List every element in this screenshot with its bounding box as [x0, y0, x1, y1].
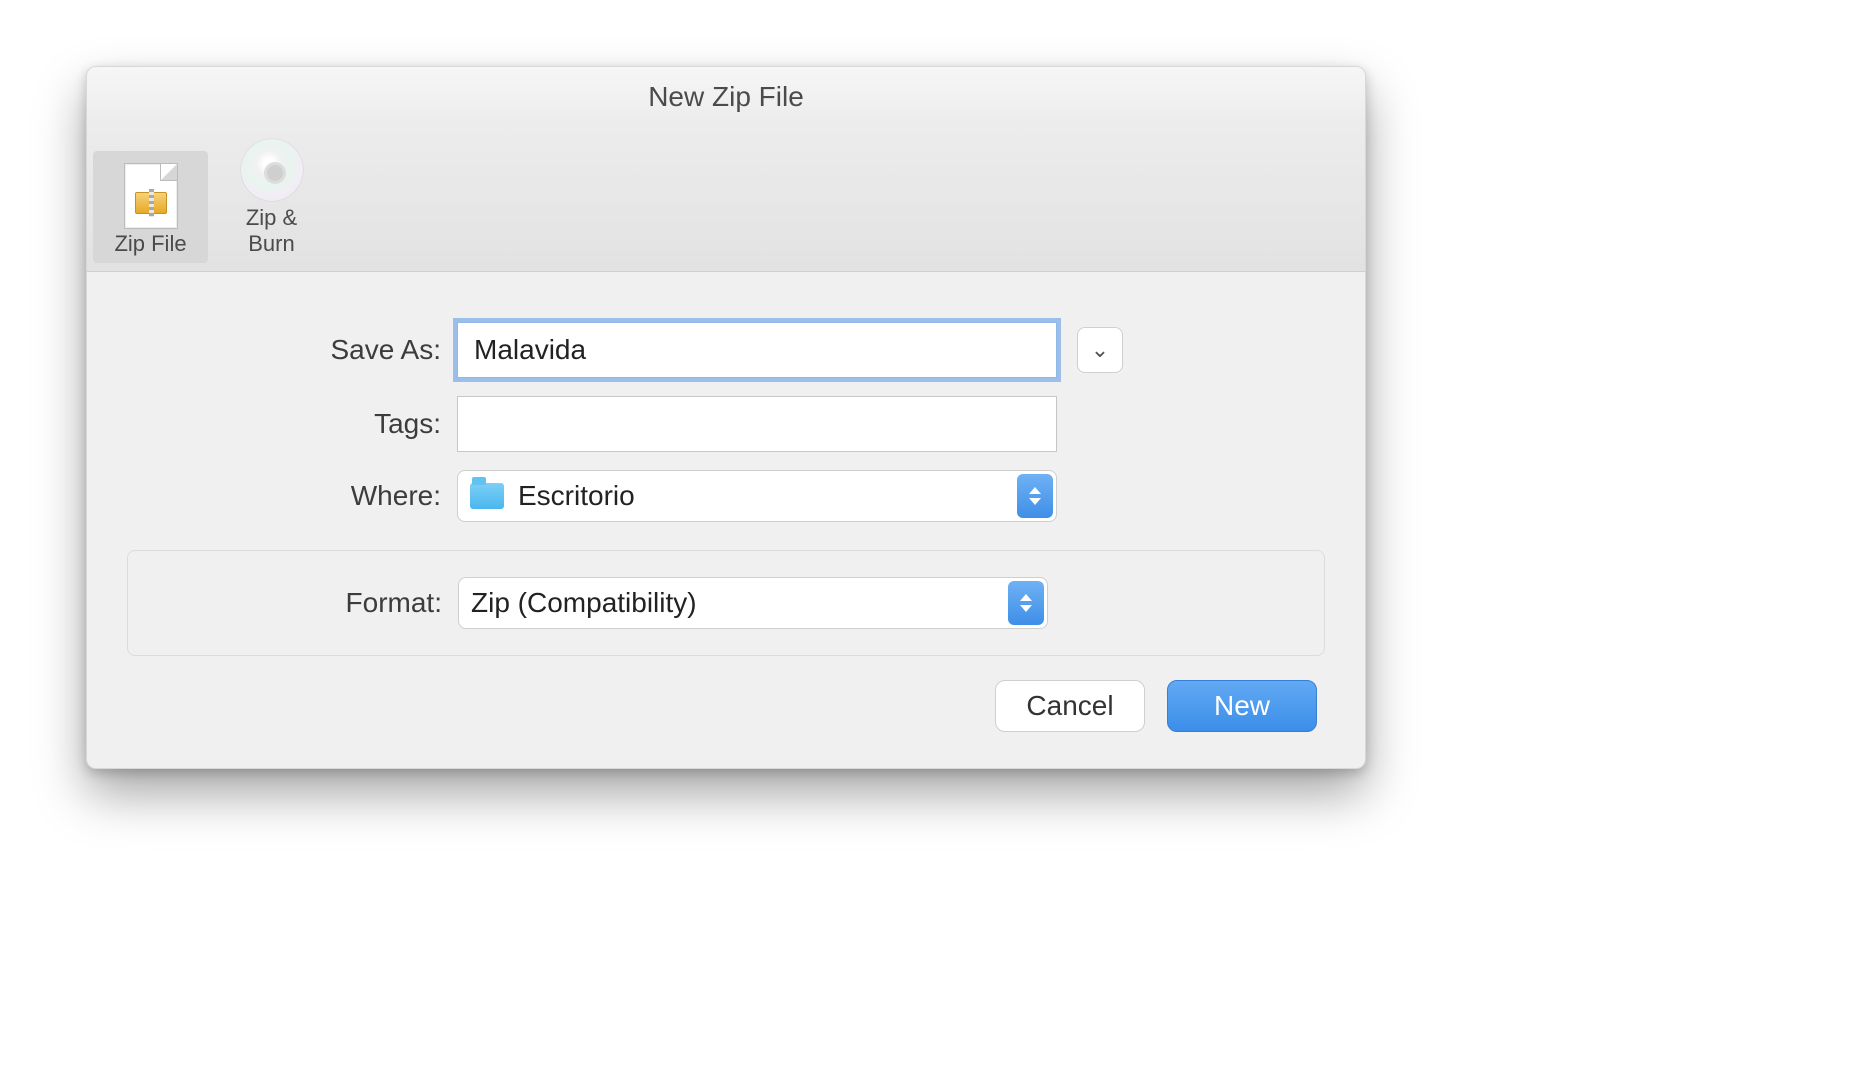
row-format: Format: Zip (Compatibility) — [128, 577, 1324, 629]
toolbar-item-label: Zip File — [99, 231, 202, 257]
where-label: Where: — [127, 480, 457, 512]
format-select[interactable]: Zip (Compatibility) — [458, 577, 1048, 629]
where-value: Escritorio — [518, 480, 635, 512]
disc-icon — [220, 135, 323, 205]
zip-file-icon — [99, 161, 202, 231]
toolbar: Zip File Zip & Burn — [87, 125, 1365, 272]
dialog-body: Save As: ⌄ Tags: Where: Escritorio Forma… — [87, 272, 1365, 768]
toolbar-item-zip-and-burn[interactable]: Zip & Burn — [214, 125, 329, 263]
new-button[interactable]: New — [1167, 680, 1317, 732]
toolbar-item-label: Zip & Burn — [220, 205, 323, 257]
row-save-as: Save As: ⌄ — [127, 322, 1325, 378]
updown-stepper-icon — [1008, 581, 1044, 625]
cancel-button[interactable]: Cancel — [995, 680, 1145, 732]
where-select[interactable]: Escritorio — [457, 470, 1057, 522]
tags-label: Tags: — [127, 408, 457, 440]
new-button-label: New — [1214, 690, 1270, 722]
save-as-label: Save As: — [127, 334, 457, 366]
cancel-button-label: Cancel — [1026, 690, 1113, 722]
format-label: Format: — [128, 587, 458, 619]
new-zip-dialog: New Zip File Zip File Zip & Burn Save As… — [86, 66, 1366, 769]
expand-save-panel-button[interactable]: ⌄ — [1077, 327, 1123, 373]
save-as-input[interactable] — [457, 322, 1057, 378]
chevron-down-icon: ⌄ — [1091, 337, 1109, 363]
tags-input[interactable] — [457, 396, 1057, 452]
dialog-title: New Zip File — [87, 67, 1365, 125]
folder-icon — [470, 483, 504, 509]
row-tags: Tags: — [127, 396, 1325, 452]
updown-stepper-icon — [1017, 474, 1053, 518]
format-value: Zip (Compatibility) — [471, 587, 697, 619]
format-panel: Format: Zip (Compatibility) — [127, 550, 1325, 656]
row-where: Where: Escritorio — [127, 470, 1325, 522]
toolbar-item-zip-file[interactable]: Zip File — [93, 151, 208, 263]
dialog-footer: Cancel New — [127, 680, 1325, 738]
